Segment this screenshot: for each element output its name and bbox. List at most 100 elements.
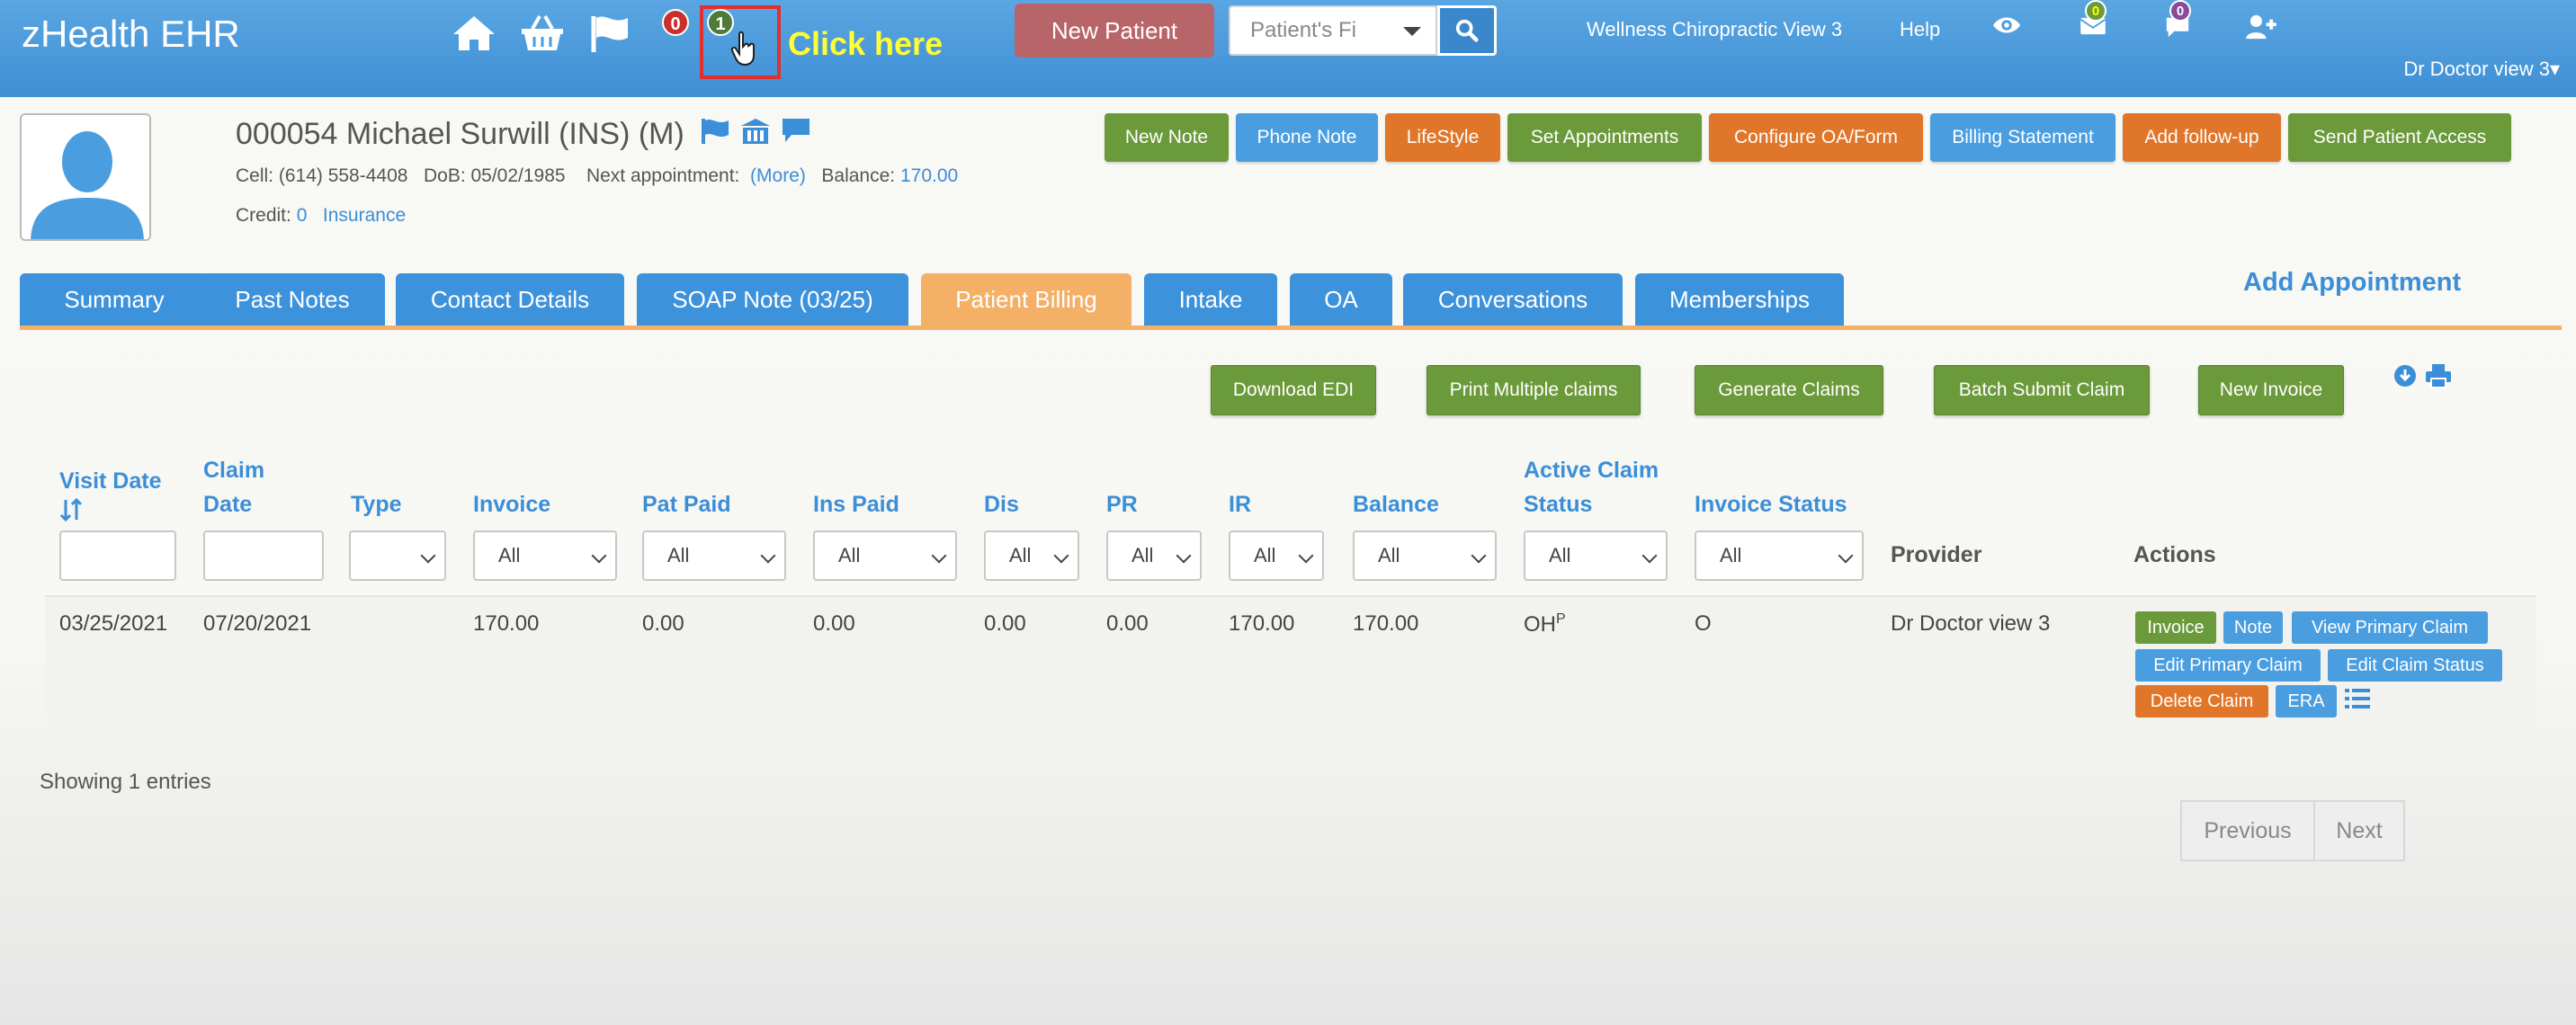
edit-claim-status-button[interactable]: Edit Claim Status xyxy=(2328,649,2502,682)
chevron-down-icon xyxy=(760,548,776,564)
configure-oa-form-button[interactable]: Configure OA/Form xyxy=(1709,113,1923,162)
header-active-claim-status[interactable]: Active Claim Status xyxy=(1524,453,1659,521)
phone-note-button[interactable]: Phone Note xyxy=(1236,113,1378,162)
brand-logo[interactable]: zHealth EHR xyxy=(22,13,240,56)
header-visit-date-label: Visit Date xyxy=(59,468,162,494)
next-appointment-more-link[interactable]: (More) xyxy=(750,165,806,186)
type-filter[interactable] xyxy=(349,530,446,581)
user-menu[interactable]: Dr Doctor view 3▾ xyxy=(2403,58,2560,81)
billing-statement-button[interactable]: Billing Statement xyxy=(1930,113,2115,162)
header-dis[interactable]: Dis xyxy=(984,487,1019,521)
comment-icon[interactable] xyxy=(781,117,811,144)
new-invoice-button[interactable]: New Invoice xyxy=(2198,365,2344,415)
clinic-selector[interactable]: Wellness Chiropractic View 3 xyxy=(1587,18,1842,41)
help-link[interactable]: Help xyxy=(1900,18,1940,41)
highlight-box xyxy=(700,5,781,79)
ir-filter[interactable]: All xyxy=(1229,530,1324,581)
era-button[interactable]: ERA xyxy=(2276,685,2337,718)
chevron-down-icon xyxy=(1471,548,1487,564)
claim-status-filter[interactable]: All xyxy=(1524,530,1668,581)
tab-intake[interactable]: Intake xyxy=(1144,273,1277,325)
new-note-button[interactable]: New Note xyxy=(1105,113,1229,162)
header-invoice-status[interactable]: Invoice Status xyxy=(1695,487,1847,521)
invoice-filter[interactable]: All xyxy=(473,530,617,581)
delete-claim-button[interactable]: Delete Claim xyxy=(2135,685,2268,718)
insurance-link[interactable]: Insurance xyxy=(323,205,406,226)
header-visit-date[interactable]: Visit Date xyxy=(59,464,161,521)
sort-icon[interactable] xyxy=(59,498,83,521)
edit-primary-claim-button[interactable]: Edit Primary Claim xyxy=(2135,649,2321,682)
pr-filter[interactable]: All xyxy=(1106,530,1202,581)
basket-icon[interactable] xyxy=(520,13,565,54)
balance-value[interactable]: 170.00 xyxy=(900,165,958,186)
visit-date-filter[interactable] xyxy=(59,530,176,581)
filter-value: All xyxy=(1254,544,1276,566)
tab-summary[interactable]: Summary xyxy=(20,273,209,325)
flag-icon[interactable] xyxy=(700,117,730,144)
lifestyle-button[interactable]: LifeStyle xyxy=(1385,113,1500,162)
pat-paid-filter[interactable]: All xyxy=(642,530,786,581)
header-pr[interactable]: PR xyxy=(1106,487,1138,521)
tab-memberships[interactable]: Memberships xyxy=(1635,273,1844,325)
tab-patient-billing[interactable]: Patient Billing xyxy=(921,273,1131,325)
claim-date-filter[interactable] xyxy=(203,530,324,581)
header-provider: Provider xyxy=(1891,542,1982,567)
invoice-status-filter[interactable]: All xyxy=(1695,530,1864,581)
ins-paid-filter[interactable]: All xyxy=(813,530,957,581)
add-appointment-link[interactable]: Add Appointment xyxy=(2243,268,2461,298)
set-appointments-button[interactable]: Set Appointments xyxy=(1507,113,1702,162)
download-icon[interactable] xyxy=(2393,363,2418,388)
tab-contact-details[interactable]: Contact Details xyxy=(396,273,624,325)
patient-contact-line: Cell: (614) 558-4408 DoB: 05/02/1985 Nex… xyxy=(236,165,958,187)
print-multiple-claims-button[interactable]: Print Multiple claims xyxy=(1427,365,1641,415)
chevron-down-icon xyxy=(420,548,436,564)
building-icon[interactable] xyxy=(739,117,772,146)
list-icon[interactable] xyxy=(2344,687,2371,715)
eye-icon[interactable] xyxy=(1991,14,2022,40)
send-patient-access-button[interactable]: Send Patient Access xyxy=(2288,113,2511,162)
add-user-icon[interactable] xyxy=(2245,14,2277,44)
batch-submit-claim-button[interactable]: Batch Submit Claim xyxy=(1934,365,2150,415)
header-ir[interactable]: IR xyxy=(1229,487,1251,521)
patient-avatar[interactable] xyxy=(20,113,151,241)
cell-invoice: 170.00 xyxy=(473,611,540,636)
chevron-down-icon xyxy=(1053,548,1069,564)
note-button[interactable]: Note xyxy=(2223,611,2283,644)
red-notification-badge[interactable]: 0 xyxy=(662,9,689,36)
tab-oa[interactable]: OA xyxy=(1290,273,1392,325)
credit-value[interactable]: 0 xyxy=(297,205,308,226)
next-page-button[interactable]: Next xyxy=(2313,800,2405,861)
generate-claims-button[interactable]: Generate Claims xyxy=(1695,365,1883,415)
view-primary-claim-button[interactable]: View Primary Claim xyxy=(2292,611,2488,644)
claim-status-code: OH xyxy=(1524,612,1556,637)
header-type[interactable]: Type xyxy=(351,487,402,521)
tab-conversations[interactable]: Conversations xyxy=(1403,273,1623,325)
search-icon xyxy=(1455,19,1479,42)
top-navbar: zHealth EHR 0 1 Click here New Patient P… xyxy=(0,0,2576,97)
header-balance[interactable]: Balance xyxy=(1353,487,1439,521)
download-edi-button[interactable]: Download EDI xyxy=(1211,365,1376,415)
header-invoice[interactable]: Invoice xyxy=(473,487,550,521)
new-patient-button[interactable]: New Patient xyxy=(1015,4,1214,58)
invoice-button[interactable]: Invoice xyxy=(2135,611,2216,644)
filter-value: All xyxy=(498,544,521,566)
patient-search-input[interactable]: Patient's Fi xyxy=(1229,5,1437,56)
filter-value: All xyxy=(1378,544,1400,566)
header-active-claim-status-line1: Active Claim xyxy=(1524,458,1659,483)
dis-filter[interactable]: All xyxy=(984,530,1079,581)
add-follow-up-button[interactable]: Add follow-up xyxy=(2123,113,2281,162)
home-icon[interactable] xyxy=(452,13,496,54)
previous-page-button[interactable]: Previous xyxy=(2180,800,2315,861)
cell-visit-date: 03/25/2021 xyxy=(59,611,168,636)
header-pat-paid[interactable]: Pat Paid xyxy=(642,487,731,521)
search-dropdown-icon[interactable] xyxy=(1403,27,1421,36)
header-claim-date[interactable]: Claim Date xyxy=(203,453,264,521)
chevron-down-icon xyxy=(931,548,947,564)
tab-soap-note[interactable]: SOAP Note (03/25) xyxy=(637,273,908,325)
balance-filter[interactable]: All xyxy=(1353,530,1497,581)
flag-icon[interactable] xyxy=(588,13,633,54)
search-button[interactable] xyxy=(1437,5,1497,56)
header-ins-paid[interactable]: Ins Paid xyxy=(813,487,899,521)
print-icon[interactable] xyxy=(2425,363,2452,388)
tab-past-notes[interactable]: Past Notes xyxy=(200,273,385,325)
